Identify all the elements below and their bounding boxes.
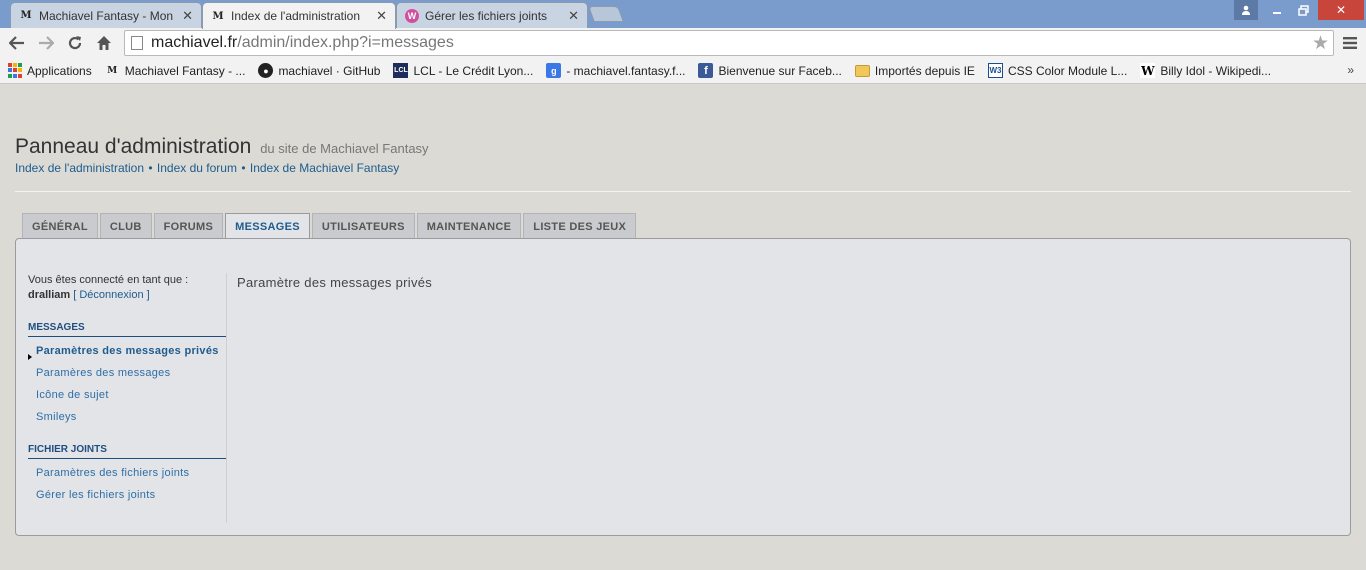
bookmark-label: machiavel · GitHub [278,63,381,78]
admin-sidebar: Vous êtes connecté en tant que : drallia… [28,273,227,523]
bookmark-label: CSS Color Module L... [1007,63,1128,78]
bookmark-w3c[interactable]: W3 CSS Color Module L... [987,63,1128,78]
machiavel-icon: M [107,65,118,76]
content-title: Paramètre des messages privés [237,275,433,290]
sidebar-section-messages: MESSAGES [28,322,226,337]
page: Panneau d'administration du site de Mach… [0,85,1366,570]
bookmark-folder-ie[interactable]: Importés depuis IE [854,63,975,78]
browser-tab-title: Index de l'administration [231,9,361,23]
breadcrumb-separator: • [241,161,246,175]
folder-icon [854,64,870,77]
sidebar-item-topic-icons[interactable]: Icône de sujet [28,388,226,403]
admin-panel: Vous êtes connecté en tant que : drallia… [15,238,1351,536]
close-tab-icon[interactable]: ✕ [182,8,193,24]
restore-icon[interactable] [1290,0,1316,20]
link-site-index[interactable]: Index de Machiavel Fantasy [250,161,399,175]
back-arrow-icon[interactable] [6,32,28,54]
bookmark-label: LCL - Le Crédit Lyon... [413,63,534,78]
page-title: Panneau d'administration du site de Mach… [15,135,429,159]
bookmark-wikipedia[interactable]: W Billy Idol - Wikipedi... [1140,63,1271,78]
close-tab-icon[interactable]: ✕ [376,8,387,24]
page-title-text: Panneau d'administration [15,135,252,158]
lcl-icon: LCL [393,63,409,78]
menu-icon[interactable] [1340,32,1360,54]
user-profile-icon[interactable] [1234,0,1258,20]
wikipedia-icon: W [1140,63,1156,78]
tab-liste-des-jeux[interactable]: LISTE DES JEUX [523,213,637,239]
bookmark-github[interactable]: ● machiavel · GitHub [258,63,380,78]
bookmark-applications[interactable]: Applications [7,63,92,78]
bookmark-label: Machiavel Fantasy - ... [124,63,246,78]
forward-arrow-icon[interactable] [35,32,57,54]
sidebar-item-smileys[interactable]: Smileys [28,410,226,425]
header-divider [15,191,1351,192]
tab-utilisateurs[interactable]: UTILISATEURS [311,213,415,239]
minimize-icon[interactable] [1264,0,1290,20]
bookmark-label: Importés depuis IE [874,63,975,78]
bookmark-label: Billy Idol - Wikipedi... [1160,63,1272,78]
browser-tab-title: Machiavel Fantasy - Mon [39,8,174,23]
bookmark-label: Bienvenue sur Faceb... [718,63,842,78]
link-admin-index[interactable]: Index de l'administration [15,161,144,175]
close-window-icon[interactable]: ✕ [1318,0,1364,20]
browser-tab-attachments[interactable]: W Gérer les fichiers joints ✕ [396,2,588,28]
sidebar-item-manage-attachments[interactable]: Gérer les fichiers joints [28,488,226,503]
facebook-icon: f [698,63,714,78]
breadcrumb: Index de l'administration • Index du for… [15,161,399,175]
link-forum-index[interactable]: Index du forum [157,161,237,175]
sidebar-item-private-message-settings[interactable]: Paramètres des messages privés [28,344,226,360]
logout-link[interactable]: [ Déconnexion ] [73,289,149,301]
address-bar[interactable]: machiavel.fr/admin/index.php?i=messages … [124,30,1334,56]
bookmark-facebook[interactable]: f Bienvenue sur Faceb... [698,63,842,78]
tab-messages[interactable]: MESSAGES [225,213,310,240]
machiavel-icon: M [212,10,224,22]
bookmark-google[interactable]: g - machiavel.fantasy.f... [546,63,685,78]
bookmark-lcl[interactable]: LCL LCL - Le Crédit Lyon... [393,63,533,78]
admin-tabs: GÉNÉRAL CLUB FORUMS MESSAGES UTILISATEUR… [22,213,638,240]
browser-tab-admin[interactable]: M Index de l'administration ✕ [202,2,396,29]
bookmark-label: - machiavel.fantasy.f... [566,63,686,78]
bookmark-label: Applications [27,63,92,78]
github-icon: ● [258,63,274,78]
browser-tab-title: Gérer les fichiers joints [425,8,548,23]
login-info: Vous êtes connecté en tant que : drallia… [28,273,226,303]
browser-tab-machiavel[interactable]: M Machiavel Fantasy - Mon ✕ [10,2,202,28]
new-tab-button[interactable] [588,6,624,22]
more-bookmarks-icon[interactable]: » [1347,63,1354,77]
close-tab-icon[interactable]: ✕ [568,8,579,24]
sidebar-section-attachments: FICHIER JOINTS [28,444,226,459]
bookmark-star-icon[interactable]: ★ [1312,32,1329,55]
tab-general[interactable]: GÉNÉRAL [22,213,98,239]
home-icon[interactable] [93,32,115,54]
tab-forums[interactable]: FORUMS [153,213,224,239]
sidebar-item-message-settings[interactable]: Paramères des messages [28,366,226,381]
machiavel-icon: M [20,10,32,21]
bookmark-machiavel[interactable]: M Machiavel Fantasy - ... [105,63,246,78]
username: dralliam [28,289,71,301]
sidebar-item-attachment-settings[interactable]: Paramètres des fichiers joints [28,466,226,481]
tab-club[interactable]: CLUB [99,213,152,239]
google-icon: g [546,63,562,78]
browser-toolbar: machiavel.fr/admin/index.php?i=messages … [0,28,1366,58]
bookmarks-bar: Applications M Machiavel Fantasy - ... ●… [0,58,1366,84]
page-icon [131,36,143,50]
reload-icon[interactable] [64,32,86,54]
browser-tab-strip: M Machiavel Fantasy - Mon ✕ M Index de l… [0,0,1366,29]
apps-grid-icon [7,63,22,78]
page-subtitle: du site de Machiavel Fantasy [260,141,429,156]
wamp-icon: W [405,8,419,23]
tab-maintenance[interactable]: MAINTENANCE [416,213,522,239]
breadcrumb-separator: • [148,161,153,175]
w3c-icon: W3 [987,63,1003,78]
login-text: Vous êtes connecté en tant que : [28,274,189,286]
url-text[interactable]: machiavel.fr/admin/index.php?i=messages [151,34,454,52]
